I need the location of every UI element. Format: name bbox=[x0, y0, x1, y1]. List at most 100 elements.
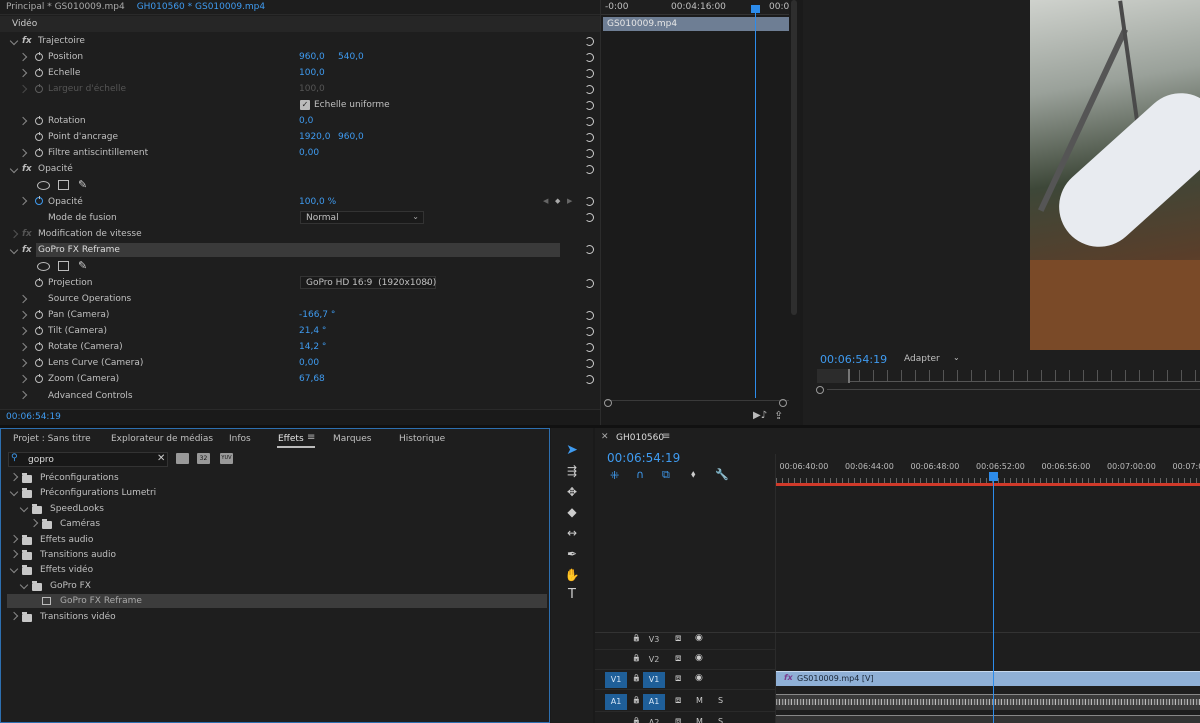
source-patch[interactable]: A1 bbox=[605, 694, 627, 710]
rectangle-mask-icon[interactable] bbox=[58, 261, 69, 271]
slip-tool-icon[interactable]: ↔ bbox=[564, 526, 580, 540]
eye-icon[interactable]: ◉ bbox=[695, 633, 703, 643]
opacite-value[interactable]: 100,0 % bbox=[299, 194, 336, 210]
rotation-toggle[interactable] bbox=[18, 116, 28, 126]
chevron-down-icon[interactable] bbox=[19, 503, 29, 513]
panel-menu-icon[interactable]: ≡ bbox=[662, 431, 670, 442]
zoom-scroll-track[interactable] bbox=[827, 389, 1200, 390]
tree-item[interactable]: Caméras bbox=[7, 517, 547, 531]
timeline-playhead[interactable] bbox=[993, 480, 994, 723]
monitor-playhead[interactable] bbox=[817, 369, 850, 383]
rotation-value[interactable]: 0,0 bbox=[299, 113, 313, 129]
reset-icon[interactable] bbox=[585, 117, 594, 126]
stopwatch-icon[interactable] bbox=[35, 68, 43, 77]
tree-item[interactable]: Effets audio bbox=[7, 533, 547, 547]
reset-icon[interactable] bbox=[585, 311, 594, 320]
close-icon[interactable]: ✕ bbox=[601, 432, 609, 442]
monitor-timebar[interactable] bbox=[817, 370, 1200, 382]
video-clip[interactable]: fx GS010009.mp4 [V] bbox=[776, 671, 1200, 686]
stopwatch-icon[interactable] bbox=[35, 278, 43, 287]
play-audio-icon[interactable]: ▶♪ bbox=[753, 410, 767, 421]
stopwatch-icon[interactable] bbox=[35, 342, 43, 351]
stopwatch-icon[interactable] bbox=[35, 116, 43, 125]
chevron-right-icon[interactable] bbox=[9, 534, 19, 543]
mini-clip-bar[interactable]: GS010009.mp4 bbox=[603, 17, 789, 31]
tree-item[interactable]: GoPro FX bbox=[7, 579, 547, 593]
sync-lock-icon[interactable]: ⧈ bbox=[675, 673, 681, 684]
pan-toggle[interactable] bbox=[18, 310, 28, 320]
gopro-section-toggle[interactable] bbox=[9, 245, 19, 255]
stopwatch-icon[interactable] bbox=[35, 132, 43, 141]
tree-item[interactable]: SpeedLooks bbox=[7, 502, 547, 516]
tilt-value[interactable]: 21,4 ° bbox=[299, 323, 326, 339]
mini-playhead[interactable] bbox=[755, 6, 756, 398]
projection-select[interactable]: GoPro HD 16:9 (1920x1080) ⌄ bbox=[300, 276, 436, 289]
tree-item[interactable]: Préconfigurations Lumetri bbox=[7, 486, 547, 500]
position-y-value[interactable]: 540,0 bbox=[338, 49, 364, 65]
type-tool-icon[interactable]: T bbox=[564, 588, 580, 602]
sync-lock-icon[interactable]: ⧈ bbox=[675, 716, 681, 723]
pan-value[interactable]: -166,7 ° bbox=[299, 307, 335, 323]
ripple-edit-tool-icon[interactable]: ✥ bbox=[564, 485, 580, 499]
reset-icon[interactable] bbox=[585, 37, 594, 46]
tree-item[interactable]: GoPro FX Reframe bbox=[7, 594, 547, 609]
stopwatch-icon[interactable] bbox=[35, 358, 43, 367]
tree-item[interactable]: Préconfigurations bbox=[7, 471, 547, 485]
tab-marques[interactable]: Marques bbox=[333, 434, 371, 444]
sync-lock-icon[interactable]: ⧈ bbox=[675, 695, 681, 706]
position-toggle[interactable] bbox=[18, 52, 28, 62]
timeline-timecode[interactable]: 00:06:54:19 bbox=[607, 451, 680, 465]
sync-lock-icon[interactable]: ⧈ bbox=[675, 633, 681, 644]
tree-item[interactable]: Effets vidéo bbox=[7, 563, 547, 577]
reset-icon[interactable] bbox=[585, 149, 594, 158]
search-box[interactable]: ⚲ gopro ✕ bbox=[8, 452, 168, 467]
eye-icon[interactable]: ◉ bbox=[695, 673, 703, 683]
reset-icon[interactable] bbox=[585, 213, 594, 222]
razor-tool-icon[interactable]: ◆ bbox=[564, 505, 580, 519]
mini-horizontal-scrollbar[interactable] bbox=[605, 400, 789, 407]
reset-icon[interactable] bbox=[585, 375, 594, 384]
zoom-value[interactable]: 67,68 bbox=[299, 371, 325, 387]
reset-icon[interactable] bbox=[585, 133, 594, 142]
opacite-section-toggle[interactable] bbox=[9, 164, 19, 174]
blend-mode-select[interactable]: Normal ⌄ bbox=[300, 211, 424, 224]
clip-fx-badge[interactable]: fx bbox=[784, 673, 793, 682]
linked-selection-icon[interactable]: ∩ bbox=[636, 468, 644, 481]
stopwatch-icon[interactable] bbox=[35, 52, 43, 61]
rectangle-mask-icon[interactable] bbox=[58, 180, 69, 190]
reset-icon[interactable] bbox=[585, 69, 594, 78]
mini-playhead-handle[interactable] bbox=[751, 5, 760, 13]
accelerated-effects-icon[interactable] bbox=[176, 453, 189, 464]
sequence-tab[interactable]: GH010560 bbox=[616, 433, 664, 443]
track-target[interactable]: V3 bbox=[643, 632, 665, 648]
lens-toggle[interactable] bbox=[18, 358, 28, 368]
sync-lock-icon[interactable]: ⧈ bbox=[675, 653, 681, 664]
source-patch[interactable]: V1 bbox=[605, 672, 627, 688]
track-target[interactable]: A2 bbox=[643, 715, 665, 723]
reset-icon[interactable] bbox=[585, 53, 594, 62]
reset-icon[interactable] bbox=[585, 197, 594, 206]
solo-button[interactable]: S bbox=[718, 696, 723, 705]
stopwatch-icon[interactable] bbox=[35, 374, 43, 383]
speed-toggle[interactable] bbox=[9, 229, 19, 239]
reset-icon[interactable] bbox=[585, 327, 594, 336]
ellipse-mask-icon[interactable] bbox=[37, 262, 50, 271]
fit-select[interactable]: Adapter ⌄ bbox=[901, 353, 965, 366]
fx-badge[interactable]: fx bbox=[22, 36, 32, 46]
clear-search-icon[interactable]: ✕ bbox=[157, 453, 165, 464]
settings-wrench-icon[interactable]: 🔧 bbox=[715, 468, 729, 481]
add-keyframe-icon[interactable]: ◆ bbox=[555, 197, 560, 205]
tree-item[interactable]: Transitions vidéo bbox=[7, 610, 547, 624]
video-frame[interactable] bbox=[1030, 0, 1200, 350]
tilt-toggle[interactable] bbox=[18, 326, 28, 336]
solo-button[interactable]: S bbox=[718, 717, 723, 723]
pen-tool-icon[interactable]: ✒ bbox=[564, 547, 580, 561]
tab-effets[interactable]: Effets bbox=[278, 434, 304, 444]
advanced-toggle[interactable] bbox=[18, 390, 28, 400]
tab-sequence-clip[interactable]: GH010560 * GS010009.mp4 bbox=[131, 0, 271, 14]
reset-icon[interactable] bbox=[585, 245, 594, 254]
tab-explorateur[interactable]: Explorateur de médias bbox=[111, 434, 213, 444]
position-x-value[interactable]: 960,0 bbox=[299, 49, 325, 65]
lock-icon[interactable]: 🔒 bbox=[632, 674, 641, 682]
next-keyframe-icon[interactable]: ▶ bbox=[567, 197, 572, 205]
